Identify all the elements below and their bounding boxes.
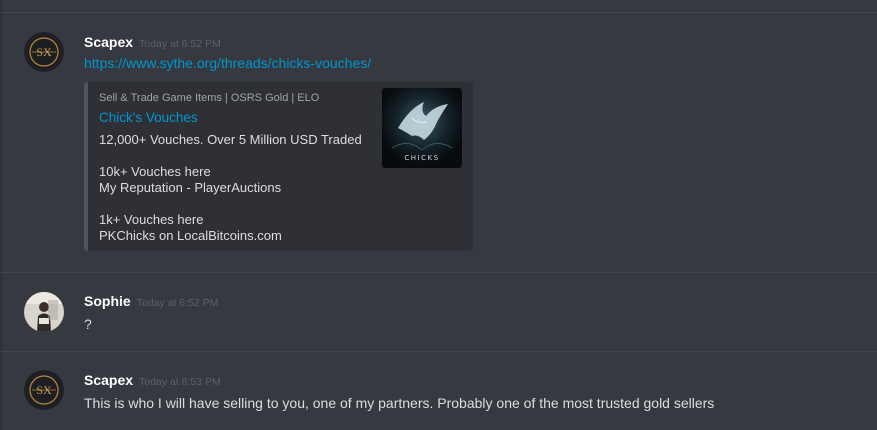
avatar[interactable]: SX — [24, 370, 64, 410]
timestamp: Today at 6:52 PM — [139, 38, 221, 50]
message-content: This is who I will have selling to you, … — [84, 395, 715, 411]
user-photo-avatar — [24, 292, 64, 332]
sx-logo-icon: SX — [24, 370, 64, 410]
thumbnail-text: CHICKS — [404, 154, 439, 162]
message-group-scapex-2: SX Scapex Today at 6:53 PM This is who I … — [0, 351, 877, 430]
svg-text:SX: SX — [36, 383, 52, 397]
embed-description-line: PKChicks on LocalBitcoins.com — [99, 228, 282, 243]
avatar[interactable] — [24, 292, 64, 332]
embed-thumbnail[interactable]: CHICKS — [382, 88, 462, 168]
timestamp: Today at 6:53 PM — [139, 376, 221, 388]
chat-messages-pane: SX Scapex Today at 6:52 PM https://www.sy… — [0, 0, 877, 430]
embed-description-line: 12,000+ Vouches. Over 5 Million USD Trad… — [99, 132, 362, 147]
username[interactable]: Scapex — [84, 372, 133, 388]
message-link[interactable]: https://www.sythe.org/threads/chicks-vou… — [84, 55, 371, 71]
message-header: Sophie Today at 6:52 PM — [84, 293, 218, 311]
embed-description-line: 10k+ Vouches here — [99, 164, 211, 179]
message-header: Scapex Today at 6:53 PM — [84, 372, 221, 390]
svg-text:SX: SX — [36, 45, 52, 59]
link-embed: Sell & Trade Game Items | OSRS Gold | EL… — [84, 82, 473, 251]
avatar[interactable]: SX — [24, 32, 64, 72]
embed-description-line: My Reputation - PlayerAuctions — [99, 180, 282, 195]
embed-provider: Sell & Trade Game Items | OSRS Gold | EL… — [99, 92, 320, 104]
sx-logo-icon: SX — [24, 32, 64, 72]
message-header: Scapex Today at 6:52 PM — [84, 34, 221, 52]
message-content: https://www.sythe.org/threads/chicks-vou… — [84, 55, 371, 71]
chicks-eagle-logo-icon: CHICKS — [382, 88, 462, 168]
message-group-sophie: Sophie Today at 6:52 PM ? — [0, 272, 877, 352]
username[interactable]: Scapex — [84, 34, 133, 50]
username[interactable]: Sophie — [84, 293, 131, 309]
message-content: ? — [84, 316, 92, 332]
embed-description-line: 1k+ Vouches here — [99, 212, 204, 227]
embed-title-link[interactable]: Chick's Vouches — [99, 110, 198, 125]
message-group-scapex-1: SX Scapex Today at 6:52 PM https://www.sy… — [0, 0, 877, 272]
timestamp: Today at 6:52 PM — [136, 297, 219, 309]
